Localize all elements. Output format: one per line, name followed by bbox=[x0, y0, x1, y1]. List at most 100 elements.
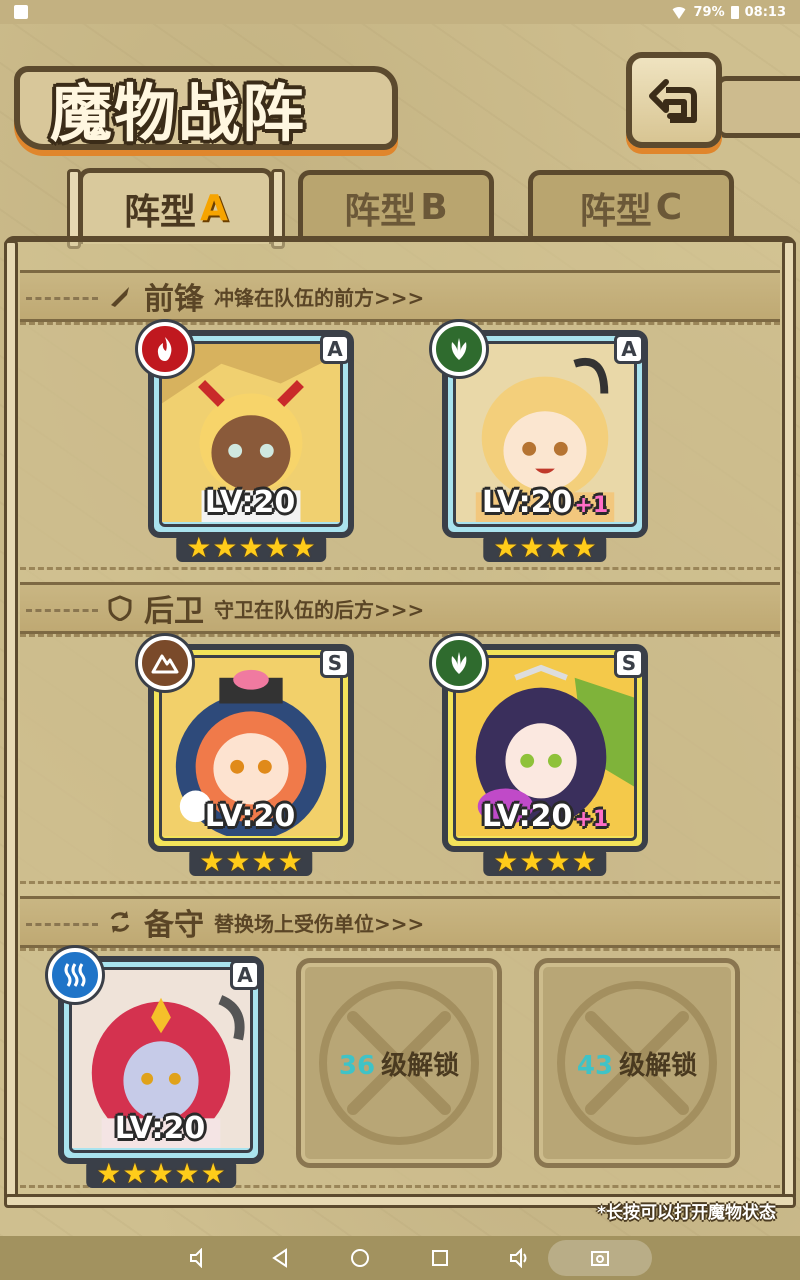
home-nav-icon[interactable] bbox=[348, 1246, 372, 1270]
star-icon: ★ bbox=[238, 531, 264, 564]
section-reserve-header: 备守 替换场上受伤单位>>> bbox=[20, 896, 780, 948]
battery-icon bbox=[730, 5, 739, 19]
tab-label: 阵型 bbox=[579, 190, 652, 232]
unlock-label: 43 级解锁 bbox=[576, 1050, 698, 1081]
status-bar: 79% 08:13 bbox=[0, 0, 800, 24]
water-icon bbox=[48, 948, 102, 1002]
locked-slot[interactable]: 43 级解锁 bbox=[534, 958, 740, 1168]
volume-up-icon[interactable] bbox=[508, 1246, 532, 1270]
monster-card[interactable]: LV:20 A ★ ★ ★ ★ ★ bbox=[138, 322, 354, 562]
star-icon: ★ bbox=[200, 1157, 226, 1190]
card-portrait-frame: LV:20 bbox=[69, 967, 253, 1153]
tab-label: 阵型 bbox=[344, 190, 417, 232]
clock: 08:13 bbox=[744, 4, 786, 20]
screenshot-highlight bbox=[548, 1240, 652, 1276]
title-plate: 魔物战阵 bbox=[14, 66, 398, 150]
card-level: LV:20+1 bbox=[481, 485, 609, 520]
tab-letter: A bbox=[200, 188, 228, 229]
rank-badge: A bbox=[320, 334, 350, 364]
star-icon: ★ bbox=[186, 531, 212, 564]
volume-down-icon[interactable] bbox=[188, 1246, 212, 1270]
monster-card[interactable]: LV:20 A ★ ★ ★ ★ ★ bbox=[48, 948, 264, 1188]
star-icon: ★ bbox=[290, 531, 316, 564]
star-rating: ★ ★ ★ ★ ★ bbox=[86, 1160, 236, 1188]
star-icon: ★ bbox=[264, 531, 290, 564]
tab-formation-a[interactable]: 阵型 A bbox=[67, 168, 285, 249]
monster-card[interactable]: LV:20 S ★ ★ ★ ★ bbox=[138, 636, 354, 876]
system-nav-bar bbox=[0, 1236, 800, 1280]
section-reserve-desc: 替换场上受伤单位>>> bbox=[214, 911, 425, 936]
locked-slot[interactable]: 36 级解锁 bbox=[296, 958, 502, 1168]
card-level: LV:20+1 bbox=[481, 799, 609, 834]
star-rating: ★ ★ ★ ★ bbox=[483, 845, 607, 878]
card-portrait-frame: LV:20+1 bbox=[453, 655, 637, 841]
star-icon: ★ bbox=[251, 845, 277, 878]
rank-badge: S bbox=[614, 648, 644, 678]
section-front-title: 前锋 bbox=[144, 282, 204, 317]
star-icon: ★ bbox=[277, 845, 303, 878]
wifi-icon bbox=[671, 7, 688, 19]
long-press-hint: *长按可以打开魔物状态 bbox=[597, 1203, 776, 1223]
rank-badge: A bbox=[230, 960, 260, 990]
star-icon: ★ bbox=[545, 531, 571, 564]
frame-rail-right bbox=[782, 240, 796, 1200]
star-rating: ★ ★ ★ ★ bbox=[189, 845, 313, 878]
back-button[interactable] bbox=[626, 52, 722, 148]
return-arrow-icon bbox=[649, 79, 697, 123]
star-rating: ★ ★ ★ ★ ★ bbox=[176, 534, 326, 562]
rank-badge: S bbox=[320, 648, 350, 678]
tab-letter: C bbox=[655, 187, 683, 228]
star-icon: ★ bbox=[225, 845, 251, 878]
star-icon: ★ bbox=[493, 531, 519, 564]
leaf-icon bbox=[432, 636, 486, 690]
star-icon: ★ bbox=[199, 845, 225, 878]
section-reserve-title: 备守 bbox=[144, 908, 204, 943]
star-rating: ★ ★ ★ ★ bbox=[483, 531, 607, 564]
shield-icon bbox=[106, 594, 134, 622]
tab-label: 阵型 bbox=[124, 191, 197, 233]
battery-percent: 79% bbox=[693, 4, 725, 20]
mountain-icon bbox=[138, 636, 192, 690]
front-row bbox=[20, 322, 780, 570]
card-level: LV:20 bbox=[204, 485, 296, 520]
card-portrait-frame: LV:20+1 bbox=[453, 341, 637, 527]
star-icon: ★ bbox=[571, 845, 597, 878]
star-icon: ★ bbox=[545, 845, 571, 878]
section-front-header: 前锋 冲锋在队伍的前方>>> bbox=[20, 270, 780, 322]
star-icon: ★ bbox=[148, 1157, 174, 1190]
section-back-header: 后卫 守卫在队伍的后方>>> bbox=[20, 582, 780, 634]
back-nav-icon[interactable] bbox=[268, 1246, 292, 1270]
star-icon: ★ bbox=[493, 845, 519, 878]
section-back-desc: 守卫在队伍的后方>>> bbox=[214, 597, 425, 622]
fire-icon bbox=[138, 322, 192, 376]
card-portrait-frame: LV:20 bbox=[159, 341, 343, 527]
unlock-label: 36 级解锁 bbox=[338, 1050, 460, 1081]
star-icon: ★ bbox=[519, 531, 545, 564]
card-level: LV:20 bbox=[114, 1111, 206, 1146]
tab-formation-c[interactable]: 阵型 C bbox=[528, 170, 734, 240]
section-front-desc: 冲锋在队伍的前方>>> bbox=[214, 285, 425, 310]
star-icon: ★ bbox=[571, 531, 597, 564]
swap-icon bbox=[106, 908, 134, 936]
frame-rail-left bbox=[4, 240, 18, 1200]
tab-letter: B bbox=[420, 187, 448, 228]
tab-formation-b[interactable]: 阵型 B bbox=[298, 170, 494, 240]
recents-nav-icon[interactable] bbox=[428, 1246, 452, 1270]
section-back-title: 后卫 bbox=[144, 594, 204, 629]
leaf-icon bbox=[432, 322, 486, 376]
page-title: 魔物战阵 bbox=[50, 77, 307, 150]
star-icon: ★ bbox=[122, 1157, 148, 1190]
back-bar bbox=[716, 76, 800, 138]
star-icon: ★ bbox=[519, 845, 545, 878]
star-icon: ★ bbox=[212, 531, 238, 564]
monster-card[interactable]: LV:20+1 S ★ ★ ★ ★ bbox=[432, 636, 648, 876]
star-icon: ★ bbox=[96, 1157, 122, 1190]
back-row bbox=[20, 634, 780, 884]
star-icon: ★ bbox=[174, 1157, 200, 1190]
rank-badge: A bbox=[614, 334, 644, 364]
monster-card[interactable]: LV:20+1 A ★ ★ ★ ★ bbox=[432, 322, 648, 562]
sword-icon bbox=[106, 282, 134, 310]
gallery-icon bbox=[14, 5, 28, 19]
card-level: LV:20 bbox=[204, 799, 296, 834]
card-portrait-frame: LV:20 bbox=[159, 655, 343, 841]
